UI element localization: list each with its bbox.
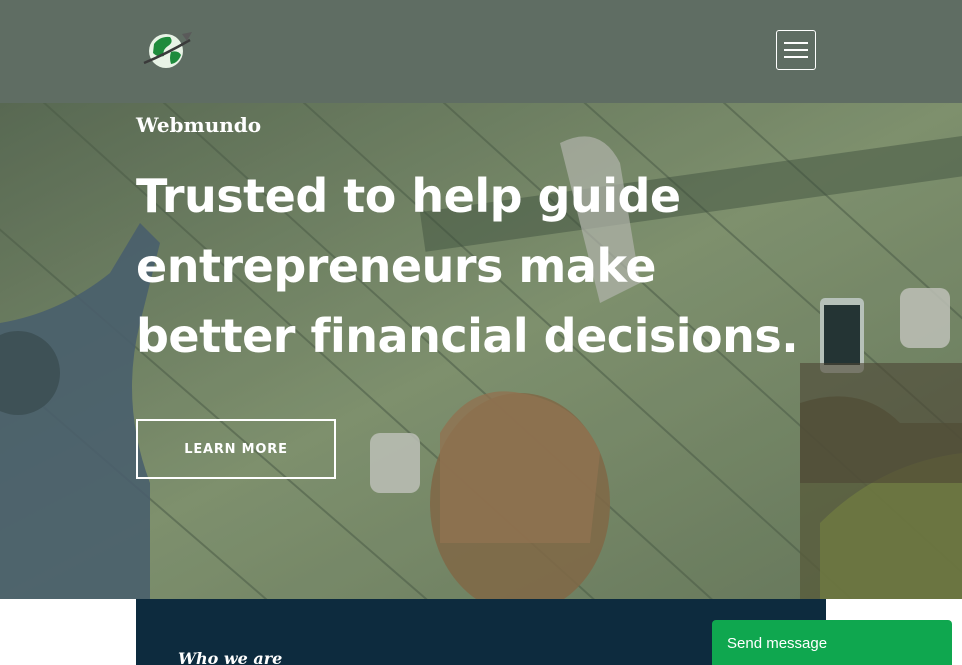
send-message-button[interactable]: Send message xyxy=(712,620,952,665)
menu-toggle-button[interactable] xyxy=(776,30,816,70)
learn-more-button[interactable]: LEARN MORE xyxy=(136,419,336,479)
who-we-are-label: Who we are xyxy=(178,649,283,665)
headline-line: better financial decisions. xyxy=(136,309,799,363)
hero-section: Webmundo Trusted to help guide entrepren… xyxy=(0,103,962,599)
hamburger-menu-icon xyxy=(784,56,808,58)
brand-name: Webmundo xyxy=(136,113,262,137)
hamburger-menu-icon xyxy=(784,49,808,51)
hamburger-menu-icon xyxy=(784,42,808,44)
globe-logo-icon[interactable] xyxy=(140,28,192,72)
headline-line: Trusted to help guide xyxy=(136,169,681,223)
headline-line: entrepreneurs make xyxy=(136,239,656,293)
site-header xyxy=(0,0,962,103)
hero-headline: Trusted to help guide entrepreneurs make… xyxy=(136,161,836,371)
